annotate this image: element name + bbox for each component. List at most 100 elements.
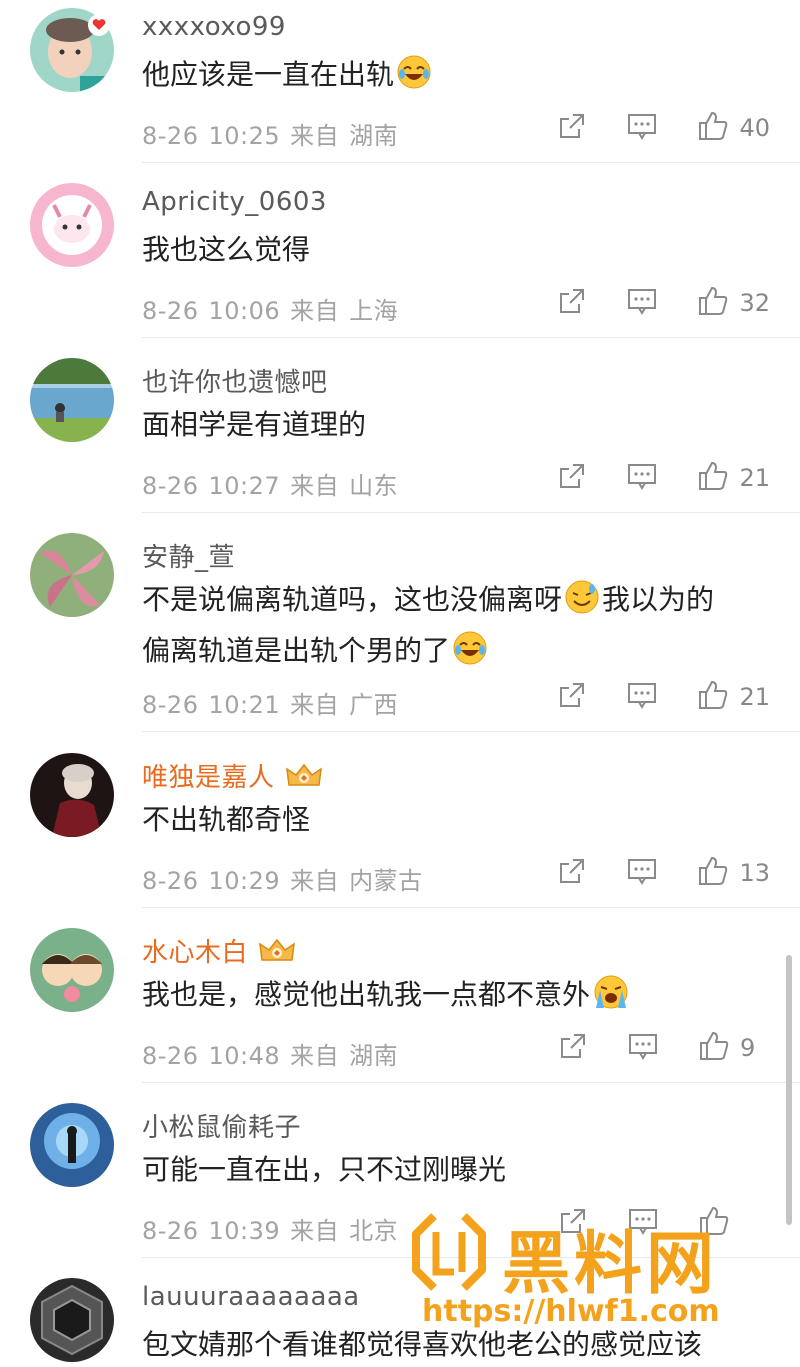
share-icon[interactable] <box>557 286 587 320</box>
comment-date: 8-26 <box>142 867 199 895</box>
divider <box>142 512 800 513</box>
reply-icon[interactable] <box>627 286 657 320</box>
avatar[interactable] <box>30 533 114 617</box>
comment-date: 8-26 <box>142 472 199 500</box>
heart-badge-icon <box>88 14 110 36</box>
from-label: 来自 <box>290 1217 340 1245</box>
comment-location: 北京 <box>349 1217 399 1245</box>
comment-location: 湖南 <box>349 122 399 150</box>
comment-time: 10:25 <box>208 122 281 150</box>
comment-text: 他应该是一直在出轨 <box>142 52 772 103</box>
like-icon[interactable] <box>697 285 729 321</box>
crying-emoji-icon <box>592 974 630 1023</box>
from-label: 来自 <box>290 691 340 719</box>
username[interactable]: 安静_萱 <box>142 537 235 574</box>
comment-text-line: 我也是，感觉他出轨我一点都不意外 <box>142 978 591 1011</box>
watermark-url: https://hlwf1.com <box>422 1294 720 1329</box>
comment-actions: 40 <box>557 110 770 146</box>
divider <box>142 731 800 732</box>
like-icon[interactable] <box>697 110 729 146</box>
username[interactable]: 小松鼠偷耗子 <box>142 1107 301 1144</box>
comment-text: 我也是，感觉他出轨我一点都不意外 <box>142 972 772 1023</box>
reply-icon[interactable] <box>627 680 657 714</box>
from-label: 来自 <box>290 1042 340 1070</box>
vip-crown-icon <box>285 763 323 796</box>
comment-meta: 8-26 10:29 来自 内蒙古 <box>142 861 423 896</box>
username[interactable]: Apricity_0603 <box>142 187 327 217</box>
username[interactable]: 也许你也遗憾吧 <box>142 362 328 399</box>
comment-time: 10:39 <box>208 1217 281 1245</box>
share-icon[interactable] <box>557 680 587 714</box>
like-count: 9 <box>740 1034 756 1062</box>
from-label: 来自 <box>290 472 340 500</box>
comment-time: 10:48 <box>208 1042 281 1070</box>
comment-location: 内蒙古 <box>349 867 423 895</box>
divider <box>142 162 800 163</box>
username[interactable]: 唯独是嘉人 <box>142 757 323 796</box>
share-icon[interactable] <box>557 111 587 145</box>
from-label: 来自 <box>290 867 340 895</box>
comment-date: 8-26 <box>142 122 199 150</box>
comment-text: 我也这么觉得 <box>142 233 311 266</box>
comment-date: 8-26 <box>142 691 199 719</box>
divider <box>142 907 800 908</box>
like-count: 40 <box>739 114 770 142</box>
comment-meta: 8-26 10:39 来自 北京 <box>142 1211 398 1246</box>
from-label: 来自 <box>290 122 340 150</box>
like-icon[interactable] <box>697 460 729 496</box>
comment-location: 山东 <box>349 472 399 500</box>
share-icon[interactable] <box>557 461 587 495</box>
divider <box>142 337 800 338</box>
avatar[interactable] <box>30 1278 114 1362</box>
reply-icon[interactable] <box>628 1031 658 1065</box>
laugh-cry-emoji-icon <box>452 630 488 679</box>
username[interactable]: lauuuraaaaaaaa <box>142 1282 360 1312</box>
comment-time: 10:29 <box>208 867 281 895</box>
comment-text: 面相学是有道理的 <box>142 408 367 441</box>
watermark-title: 黑料网 <box>502 1225 719 1304</box>
comment-actions: 32 <box>557 285 770 321</box>
like-count: 21 <box>739 464 770 492</box>
laugh-cry-emoji-icon <box>396 54 432 103</box>
comment-actions: 9 <box>558 1030 770 1066</box>
comment-text-line: 他应该是一直在出轨 <box>142 58 395 91</box>
share-icon[interactable] <box>557 856 587 890</box>
vip-crown-icon <box>258 938 296 971</box>
avatar[interactable] <box>30 1103 114 1187</box>
comment-location: 上海 <box>349 297 399 325</box>
comment-meta: 8-26 10:48 来自 湖南 <box>142 1036 398 1071</box>
like-icon[interactable] <box>697 855 729 891</box>
reply-icon[interactable] <box>627 461 657 495</box>
share-icon[interactable] <box>558 1031 588 1065</box>
username[interactable]: xxxxoxo99 <box>142 12 286 42</box>
like-count: 21 <box>739 683 770 711</box>
username[interactable]: 水心木白 <box>142 932 296 971</box>
comment-text: 不出轨都奇怪 <box>142 803 311 836</box>
comment-text: 可能一直在出，只不过刚曝光 <box>142 1153 507 1186</box>
comment-actions: 21 <box>557 460 770 496</box>
comment-text-line: 偏离轨道是出轨个男的了 <box>142 628 772 679</box>
comment-time: 10:06 <box>208 297 281 325</box>
comment-time: 10:21 <box>208 691 281 719</box>
avatar[interactable] <box>30 928 114 1012</box>
comment-location: 湖南 <box>349 1042 399 1070</box>
comment-meta: 8-26 10:21 来自 广西 <box>142 685 398 720</box>
sweat-laugh-emoji-icon <box>564 579 600 628</box>
comment-meta: 8-26 10:06 来自 上海 <box>142 291 398 326</box>
comment-date: 8-26 <box>142 1042 199 1070</box>
comment-time: 10:27 <box>208 472 281 500</box>
reply-icon[interactable] <box>627 856 657 890</box>
like-count: 13 <box>739 859 770 887</box>
avatar[interactable] <box>30 183 114 267</box>
avatar[interactable] <box>30 358 114 442</box>
from-label: 来自 <box>290 297 340 325</box>
avatar[interactable] <box>30 753 114 837</box>
comment-text: 不是说偏离轨道吗，这也没偏离呀 我以为的 偏离轨道是出轨个男的了 <box>142 577 772 679</box>
comment-actions: 13 <box>557 855 770 891</box>
scrollbar[interactable] <box>786 955 792 1225</box>
like-icon[interactable] <box>698 1030 730 1066</box>
reply-icon[interactable] <box>627 111 657 145</box>
comment-text-line: 不是说偏离轨道吗，这也没偏离呀 我以为的 <box>142 577 772 628</box>
like-icon[interactable] <box>697 679 729 715</box>
comment-actions: 21 <box>557 679 770 715</box>
